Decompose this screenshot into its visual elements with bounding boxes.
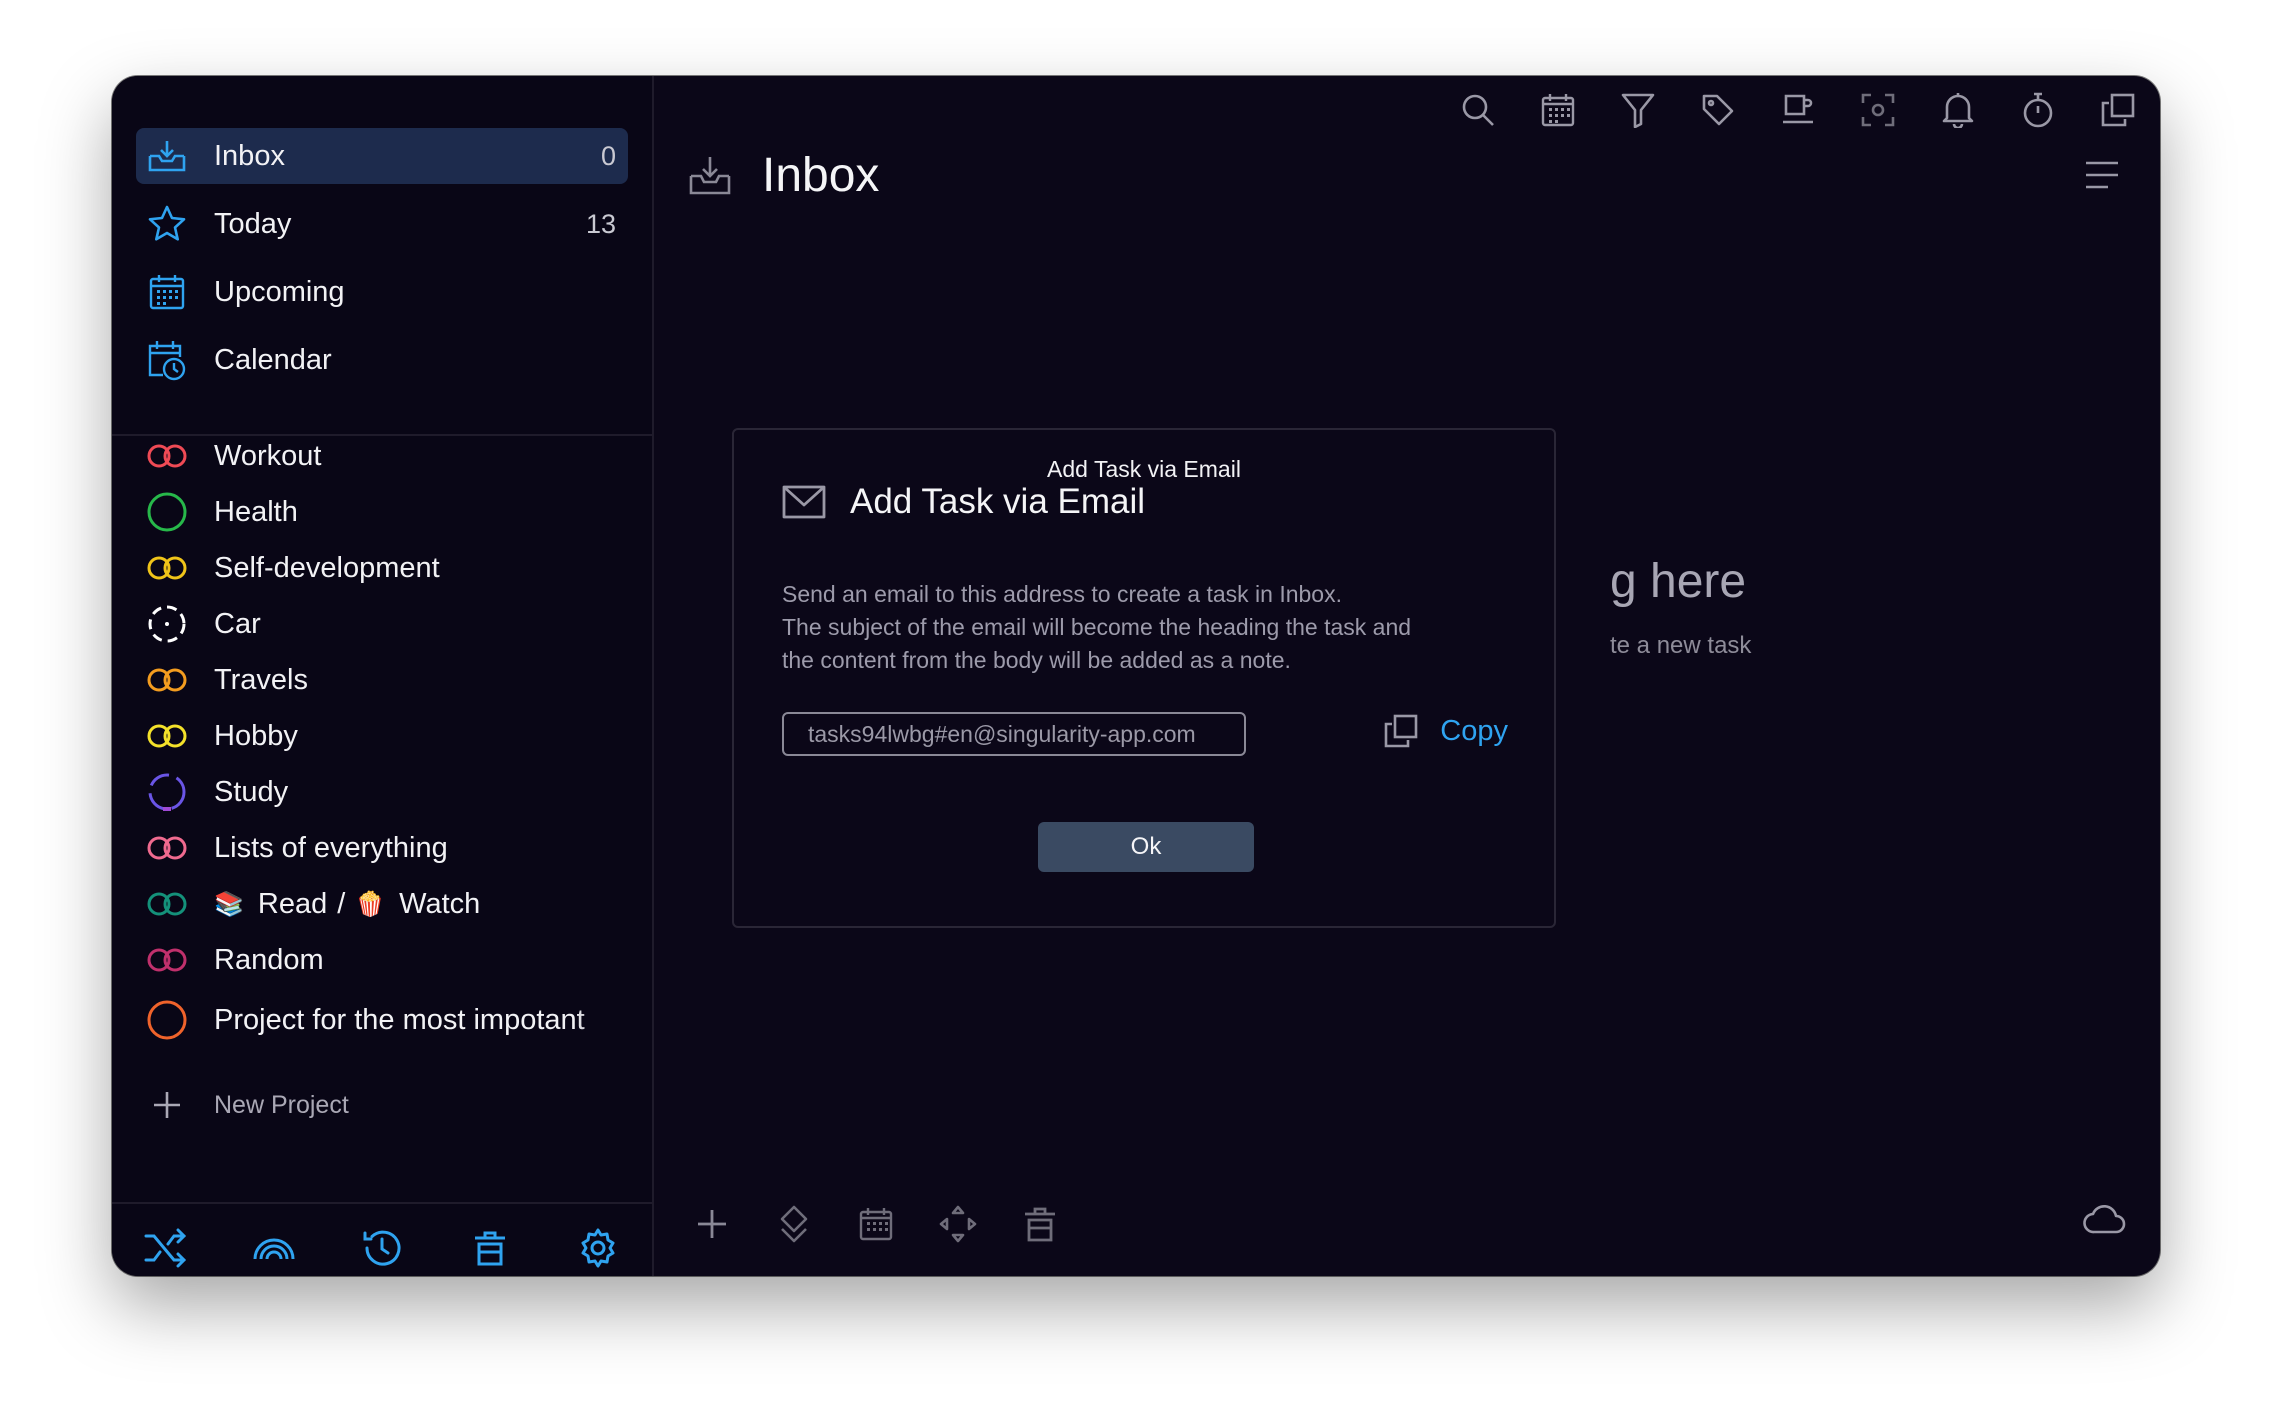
page-header: Inbox bbox=[688, 148, 879, 203]
delete-icon[interactable] bbox=[1016, 1200, 1064, 1248]
sidebar-item-label: Upcoming bbox=[214, 275, 345, 308]
project-label: Study bbox=[214, 775, 289, 808]
sidebar-item-label: Today bbox=[214, 207, 292, 240]
project-circle-icon bbox=[144, 489, 190, 535]
coffee-icon[interactable] bbox=[1780, 92, 1816, 128]
shuffle-icon[interactable] bbox=[142, 1224, 190, 1272]
project-dashed-circle-icon bbox=[144, 769, 190, 815]
project-label-watch: Watch bbox=[399, 887, 481, 920]
dialog-desc-line: The subject of the email will become the… bbox=[782, 614, 1412, 640]
project-label: Self-development bbox=[214, 551, 440, 584]
dialog-header: Add Task via Email bbox=[782, 482, 1145, 522]
new-project-button[interactable]: New Project bbox=[144, 1082, 349, 1128]
menu-lines-icon[interactable] bbox=[2084, 160, 2120, 195]
dialog-title: Add Task via Email bbox=[850, 482, 1146, 521]
project-label-separator: / bbox=[337, 887, 346, 920]
cloud-sync-icon[interactable] bbox=[2082, 1200, 2130, 1248]
project-rings-icon bbox=[144, 433, 190, 479]
email-address-field[interactable] bbox=[782, 712, 1246, 756]
trash-icon[interactable] bbox=[466, 1224, 514, 1272]
project-label: Health bbox=[214, 495, 298, 528]
project-label: Travels bbox=[214, 663, 308, 696]
page-title: Inbox bbox=[762, 149, 880, 202]
project-label: Car bbox=[214, 607, 261, 640]
move-icon[interactable] bbox=[934, 1200, 982, 1248]
empty-state-title: g here bbox=[1610, 555, 1747, 608]
sidebar-item-label: Calendar bbox=[214, 343, 332, 376]
today-count: 13 bbox=[585, 208, 616, 239]
empty-state-subtitle: te a new task bbox=[1610, 632, 1752, 659]
copy-window-icon[interactable] bbox=[2100, 92, 2136, 128]
add-task-icon[interactable] bbox=[688, 1200, 736, 1248]
project-label: Random bbox=[214, 943, 324, 976]
sidebar-item-inbox[interactable]: Inbox 0 bbox=[136, 128, 628, 184]
books-emoji: 📚 bbox=[214, 890, 244, 918]
star-icon bbox=[144, 201, 190, 247]
project-most-important[interactable]: Project for the most impotant bbox=[144, 994, 634, 1046]
project-lists-of-everything[interactable]: Lists of everything bbox=[144, 822, 634, 874]
project-rings-icon bbox=[144, 657, 190, 703]
app-window: Inbox 0 Today 13 Upcoming Calendar Worko… bbox=[112, 76, 2160, 1276]
sidebar-item-today[interactable]: Today 13 bbox=[136, 196, 628, 252]
bottom-toolbar bbox=[688, 1200, 1064, 1248]
project-label: Workout bbox=[214, 439, 322, 472]
project-label: Lists of everything bbox=[214, 831, 448, 864]
mail-icon bbox=[782, 485, 826, 519]
tag-icon[interactable] bbox=[1700, 92, 1736, 128]
calendar-icon[interactable] bbox=[1540, 92, 1576, 128]
calendar-grid-icon bbox=[144, 269, 190, 315]
project-rings-icon bbox=[144, 937, 190, 983]
plus-icon bbox=[144, 1082, 190, 1128]
project-rings-icon bbox=[144, 825, 190, 871]
project-dashed-circle-icon bbox=[144, 601, 190, 647]
project-random[interactable]: Random bbox=[144, 934, 634, 986]
inbox-icon bbox=[689, 156, 731, 194]
dialog-description: Send an email to this address to create … bbox=[782, 578, 1522, 677]
search-icon[interactable] bbox=[1460, 92, 1496, 128]
copy-icon bbox=[1384, 714, 1418, 748]
project-workout[interactable]: Workout bbox=[144, 430, 634, 482]
dialog-desc-line: Send an email to this address to create … bbox=[782, 581, 1342, 607]
dialog-desc-line: the content from the body will be added … bbox=[782, 647, 1291, 673]
project-label: Hobby bbox=[214, 719, 298, 752]
sidebar-toolbar bbox=[142, 1198, 622, 1276]
project-rings-icon bbox=[144, 545, 190, 591]
inbox-icon bbox=[144, 133, 190, 179]
settings-gear-icon[interactable] bbox=[574, 1224, 622, 1272]
add-task-email-dialog: Add Task via Email Add Task via Email Se… bbox=[732, 428, 1556, 928]
sidebar: Inbox 0 Today 13 Upcoming Calendar Worko… bbox=[112, 76, 654, 1276]
project-study[interactable]: Study bbox=[144, 766, 634, 818]
sidebar-item-upcoming[interactable]: Upcoming bbox=[136, 264, 628, 320]
project-car[interactable]: Car bbox=[144, 598, 634, 650]
project-circle-icon bbox=[144, 997, 190, 1043]
inbox-count: 0 bbox=[600, 140, 616, 171]
project-rings-icon bbox=[144, 881, 190, 927]
project-label-read: Read bbox=[257, 887, 328, 920]
project-travels[interactable]: Travels bbox=[144, 654, 634, 706]
new-project-label: New Project bbox=[214, 1090, 349, 1119]
project-health[interactable]: Health bbox=[144, 486, 634, 538]
copy-button[interactable]: Copy bbox=[1384, 714, 1508, 748]
project-self-development[interactable]: Self-development bbox=[144, 542, 634, 594]
popcorn-emoji: 🍿 bbox=[355, 890, 386, 918]
sidebar-item-calendar[interactable]: Calendar bbox=[136, 332, 628, 388]
focus-icon[interactable] bbox=[1860, 92, 1896, 128]
project-rings-icon bbox=[144, 713, 190, 759]
dialog-window-title: Add Task via Email bbox=[1047, 456, 1241, 482]
history-icon[interactable] bbox=[358, 1224, 406, 1272]
copy-label: Copy bbox=[1440, 714, 1508, 747]
top-toolbar bbox=[1460, 92, 2136, 128]
project-label: Project for the most impotant bbox=[214, 1003, 585, 1036]
project-hobby[interactable]: Hobby bbox=[144, 710, 634, 762]
filter-icon[interactable] bbox=[1620, 92, 1656, 128]
ok-button[interactable]: Ok bbox=[1038, 822, 1254, 872]
bell-icon[interactable] bbox=[1940, 92, 1976, 128]
calendar-clock-icon bbox=[144, 337, 190, 383]
project-read-watch[interactable]: 📚 Read / 🍿 Watch bbox=[144, 878, 634, 930]
timer-icon[interactable] bbox=[2020, 92, 2056, 128]
sidebar-item-label: Inbox bbox=[214, 139, 285, 172]
rainbow-icon[interactable] bbox=[250, 1224, 298, 1272]
schedule-calendar-icon[interactable] bbox=[852, 1200, 900, 1248]
priority-icon[interactable] bbox=[770, 1200, 818, 1248]
